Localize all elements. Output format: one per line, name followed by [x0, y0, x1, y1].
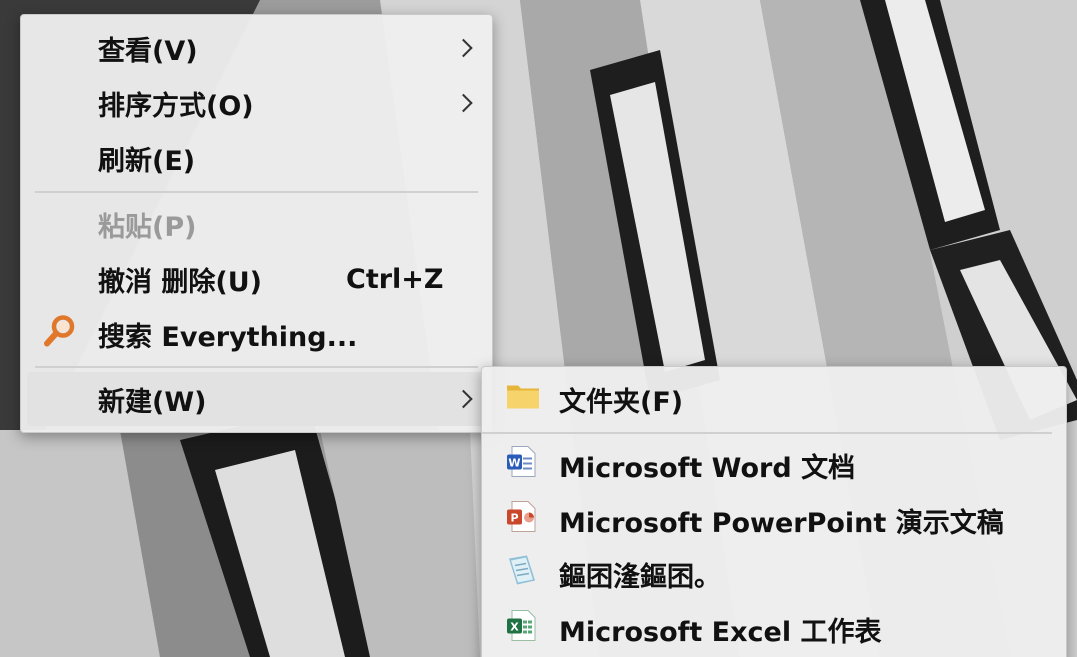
menu-item-label: Microsoft PowerPoint 演示文稿	[559, 507, 1004, 539]
menu-item-search-everything[interactable]: 搜索 Everything...	[21, 308, 492, 360]
menu-item-label: 鏂囨湰鏂囨。	[559, 561, 721, 593]
menu-item-sort-by[interactable]: 排序方式(O)	[21, 77, 492, 129]
menu-item-label: Microsoft Word 文档	[559, 452, 856, 484]
submenu-item-word-document[interactable]: W Microsoft Word 文档	[482, 439, 1066, 491]
desktop-context-menu: 查看(V) 排序方式(O) 刷新(E) 粘贴(P) 撤消 删除(U) Ctrl+…	[20, 14, 493, 433]
chevron-right-icon	[454, 38, 473, 58]
desktop-background[interactable]: 查看(V) 排序方式(O) 刷新(E) 粘贴(P) 撤消 删除(U) Ctrl+…	[0, 0, 1077, 657]
menu-item-label: 文件夹(F)	[559, 386, 684, 418]
search-icon	[43, 314, 77, 355]
menu-item-label: 排序方式(O)	[98, 90, 254, 122]
excel-document-icon: X	[506, 610, 536, 649]
menu-separator	[35, 366, 478, 368]
submenu-item-text-document[interactable]: 鏂囨湰鏂囨。	[482, 548, 1066, 600]
submenu-item-excel-worksheet[interactable]: X Microsoft Excel 工作表	[482, 603, 1066, 655]
menu-item-label: 撤消 删除(U)	[98, 266, 263, 298]
menu-item-paste: 粘贴(P)	[21, 198, 492, 250]
menu-item-label: 查看(V)	[98, 35, 198, 67]
menu-item-refresh[interactable]: 刷新(E)	[21, 132, 492, 184]
menu-item-view[interactable]: 查看(V)	[21, 22, 492, 74]
submenu-item-folder[interactable]: 文件夹(F)	[482, 373, 1066, 425]
chevron-right-icon	[454, 93, 473, 113]
shortcut-label: Ctrl+Z	[346, 263, 444, 295]
submenu-item-powerpoint-presentation[interactable]: P Microsoft PowerPoint 演示文稿	[482, 494, 1066, 546]
menu-item-label: 搜索 Everything...	[98, 321, 358, 353]
menu-separator	[482, 432, 1052, 434]
menu-item-new[interactable]: 新建(W)	[27, 372, 486, 426]
word-document-icon: W	[506, 446, 536, 485]
powerpoint-document-icon: P	[506, 501, 536, 540]
text-document-icon	[506, 555, 538, 594]
chevron-right-icon	[454, 389, 473, 409]
menu-item-label: 粘贴(P)	[98, 211, 197, 243]
folder-icon	[506, 382, 540, 417]
svg-text:W: W	[508, 457, 520, 470]
svg-text:P: P	[510, 512, 518, 525]
menu-item-label: 刷新(E)	[98, 145, 196, 177]
menu-item-undo-delete[interactable]: 撤消 删除(U) Ctrl+Z	[21, 253, 492, 305]
menu-item-label: Microsoft Excel 工作表	[559, 616, 882, 648]
new-submenu: 文件夹(F) W Microsoft Word 文档 P Microsoft P…	[481, 366, 1067, 657]
menu-item-label: 新建(W)	[98, 386, 207, 418]
svg-text:X: X	[510, 621, 519, 634]
menu-separator	[35, 191, 478, 193]
